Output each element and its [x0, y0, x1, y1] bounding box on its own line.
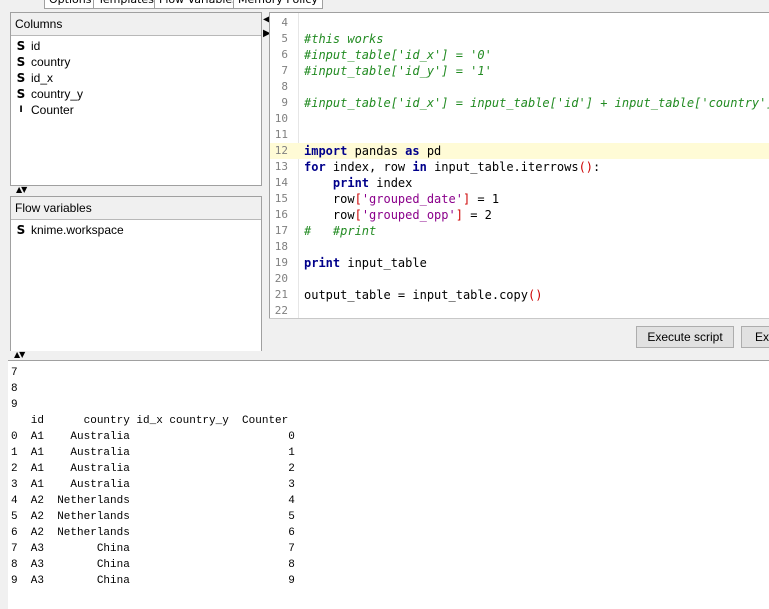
line-number: 5: [281, 32, 288, 45]
code-line[interactable]: 18: [270, 239, 769, 255]
code-line[interactable]: 11: [270, 127, 769, 143]
column-item[interactable]: Scountry: [11, 54, 261, 70]
console-splitter[interactable]: ▲▼: [0, 351, 769, 359]
line-number: 16: [274, 208, 288, 221]
line-number: 22: [274, 304, 288, 317]
line-number: 8: [281, 80, 288, 93]
flow-variable-name: knime.workspace: [31, 223, 124, 237]
code-text: #input_table['id_y'] = '1': [304, 64, 492, 78]
line-number: 10: [274, 112, 288, 125]
top-tab-strip: Options Templates Flow Variables Memory …: [0, 0, 769, 10]
flow-variables-title: Flow variables: [11, 197, 261, 220]
code-text: row['grouped_date'] = 1: [304, 192, 500, 206]
code-line[interactable]: 4: [270, 15, 769, 31]
string-type-icon: S: [16, 39, 26, 53]
code-line[interactable]: 21 output_table = input_table.copy(): [270, 287, 769, 303]
line-number: 20: [274, 272, 288, 285]
code-line[interactable]: 12 import pandas as pd: [270, 143, 769, 159]
line-number: 12: [274, 144, 288, 157]
code-line[interactable]: 14 print index: [270, 175, 769, 191]
code-line[interactable]: 7 #input_table['id_y'] = '1': [270, 63, 769, 79]
string-type-icon: S: [16, 55, 26, 69]
code-text: print index: [332, 176, 413, 190]
code-text: #this works: [304, 32, 384, 46]
console-splitter-arrows[interactable]: ▲▼: [14, 351, 25, 359]
line-number: 6: [281, 48, 288, 61]
code-line[interactable]: 20: [270, 271, 769, 287]
columns-list: Sid Scountry Sid_x Scountry_y I Counter: [11, 36, 261, 118]
line-number: 14: [274, 176, 288, 189]
columns-panel-title: Columns: [11, 13, 261, 36]
console-output[interactable]: 7 8 9 id country id_x country_y Counter …: [8, 360, 769, 609]
column-name: id: [31, 39, 41, 53]
code-text: #input_table['id_x'] = input_table['id']…: [304, 96, 769, 110]
line-number: 7: [281, 64, 288, 77]
columns-panel: Columns Sid Scountry Sid_x Scountry_y I Count…: [10, 12, 262, 186]
string-type-icon: S: [16, 87, 26, 101]
column-name: Counter: [31, 103, 74, 117]
console-text: 7 8 9 id country id_x country_y Counter …: [11, 367, 295, 587]
code-text: # #print: [304, 224, 377, 238]
line-number: 21: [274, 288, 288, 301]
string-type-icon: S: [16, 71, 26, 85]
column-name: country: [31, 55, 71, 69]
code-text: #input_table['id_x'] = '0': [304, 48, 492, 62]
code-text: for index, row in input_table.iterrows()…: [304, 160, 601, 174]
column-item[interactable]: I Counter: [11, 102, 261, 118]
code-line[interactable]: 8: [270, 79, 769, 95]
line-number: 13: [274, 160, 288, 173]
column-name: country_y: [31, 87, 84, 101]
code-line[interactable]: 13 for index, row in input_table.iterrows…: [270, 159, 769, 175]
line-number: 17: [274, 224, 288, 237]
code-line[interactable]: 22: [270, 303, 769, 319]
code-editor[interactable]: 4 5 #this works 6 #input_table['id_x'] = '0'…: [269, 12, 769, 319]
editor-button-bar: Execute script Ex: [269, 318, 769, 351]
code-line[interactable]: 17 # #print: [270, 223, 769, 239]
code-line[interactable]: 9 #input_table['id_x'] = input_table['id'…: [270, 95, 769, 111]
line-number: 4: [281, 16, 288, 29]
column-name: id_x: [31, 71, 54, 85]
code-line[interactable]: 5 #this works: [270, 31, 769, 47]
string-type-icon: S: [16, 223, 26, 237]
line-number: 9: [281, 96, 288, 109]
integer-type-icon: I: [19, 105, 23, 115]
code-line[interactable]: 10: [270, 111, 769, 127]
tab-flow-variables[interactable]: Flow Variables: [154, 0, 243, 9]
code-text: row['grouped_opp'] = 2: [304, 208, 492, 222]
flow-variables-panel: Flow variables Sknime.workspace: [10, 196, 262, 352]
line-number: 11: [274, 128, 288, 141]
code-text: import pandas as pd: [304, 144, 442, 158]
line-number: 19: [274, 256, 288, 269]
line-number: 15: [274, 192, 288, 205]
code-line[interactable]: 15 row['grouped_date'] = 1: [270, 191, 769, 207]
execute-script-button[interactable]: Execute script: [636, 326, 734, 348]
panel-splitter-arrows[interactable]: ▲▼: [16, 186, 27, 194]
code-text: print input_table: [304, 256, 427, 270]
tab-options[interactable]: Options: [44, 0, 97, 9]
column-item[interactable]: Scountry_y: [11, 86, 261, 102]
column-item[interactable]: Sid_x: [11, 70, 261, 86]
code-line[interactable]: 6 #input_table['id_x'] = '0': [270, 47, 769, 63]
tab-templates[interactable]: Templates: [93, 0, 159, 9]
execute-selected-lines-button[interactable]: Ex: [741, 326, 769, 348]
code-text: output_table = input_table.copy(): [304, 288, 543, 302]
flow-variables-list: Sknime.workspace: [11, 220, 261, 238]
code-line[interactable]: 19 print input_table: [270, 255, 769, 271]
line-number: 18: [274, 240, 288, 253]
tab-memory-policy[interactable]: Memory Policy: [233, 0, 323, 9]
flow-variable-item[interactable]: Sknime.workspace: [11, 222, 261, 238]
code-line[interactable]: 16 row['grouped_opp'] = 2: [270, 207, 769, 223]
column-item[interactable]: Sid: [11, 38, 261, 54]
